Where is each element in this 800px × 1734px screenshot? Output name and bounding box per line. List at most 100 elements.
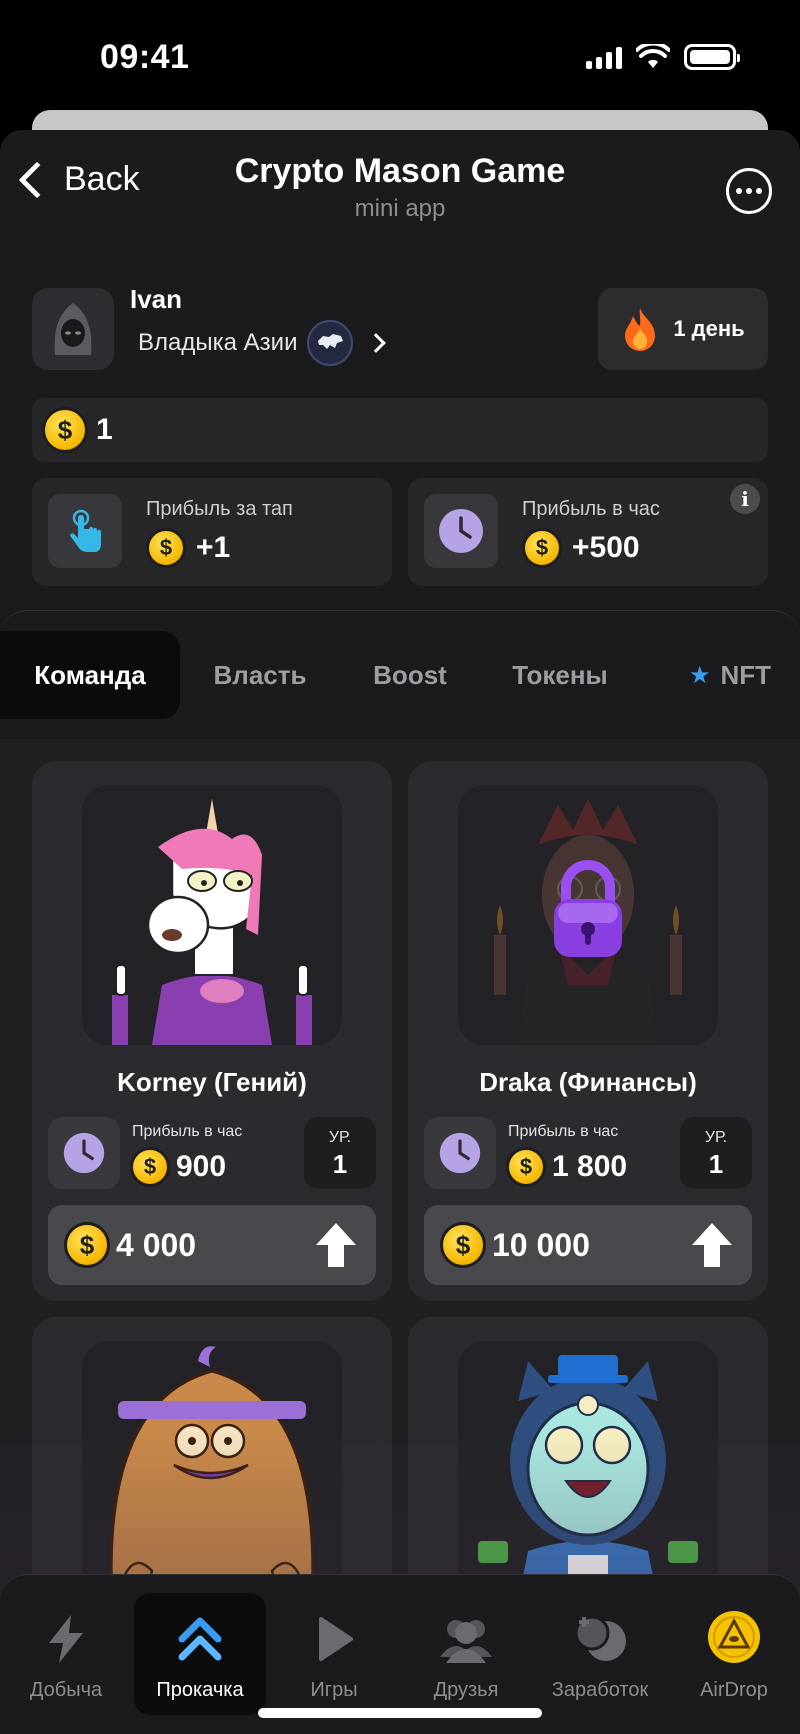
coin-icon: $ [146, 528, 186, 568]
nav-item-mining[interactable]: Добыча [0, 1593, 132, 1715]
signal-icon [586, 45, 622, 69]
tab-nft[interactable]: ★ NFT [670, 631, 790, 719]
chevrons-up-icon [134, 1603, 266, 1665]
tab-team[interactable]: Команда [0, 631, 180, 719]
status-time: 09:41 [100, 38, 190, 76]
hour-profit-value: +500 [572, 531, 640, 564]
character-image [82, 785, 342, 1045]
locked-character-image [494, 799, 682, 1045]
hour-profit-label: Прибыль в час [522, 498, 660, 520]
wifi-icon [636, 44, 670, 68]
chevron-right-icon [366, 333, 387, 353]
card-profit-value: 900 [176, 1150, 227, 1183]
level-badge: УР. 1 [304, 1117, 376, 1189]
team-card[interactable]: Draka (Финансы) Прибыль в час $ 1 800 УР… [408, 761, 768, 1301]
upgrade-button[interactable]: $ 10 000 [424, 1205, 752, 1285]
app-header: Back Crypto Mason Game mini app [0, 130, 800, 240]
rank-link[interactable]: Владыка Азии [138, 320, 387, 366]
username: Ivan [130, 284, 183, 314]
level-badge: УР. 1 [680, 1117, 752, 1189]
hour-profit-card: Прибыль в час $ +500 i [408, 478, 768, 586]
nav-item-label: Добыча [29, 1679, 103, 1701]
status-icons [586, 44, 740, 70]
character-image [82, 1341, 342, 1601]
nav-item-label: Друзья [433, 1679, 499, 1701]
info-icon[interactable]: i [730, 484, 760, 514]
card-profit-row: $ 1 800 [506, 1147, 627, 1187]
nav-item-label: Прокачка [156, 1679, 244, 1701]
more-button[interactable] [726, 168, 772, 214]
tab-tokens[interactable]: Токены [490, 631, 630, 719]
card-profit-label: Прибыль в час [508, 1123, 619, 1140]
asia-map-icon [307, 320, 354, 366]
nav-item-label: Заработок [551, 1679, 649, 1701]
tab-bar: Команда Власть Boost Токены ★ NFT [0, 611, 800, 739]
clock-icon [48, 1117, 120, 1189]
tap-hand-icon [48, 494, 122, 568]
coin-icon: $ [130, 1147, 170, 1187]
home-indicator [258, 1708, 542, 1718]
potato-character-image [109, 1346, 315, 1601]
nav-item-games[interactable]: Игры [268, 1593, 400, 1715]
coin-icon: $ [64, 1222, 110, 1268]
arrow-up-icon [692, 1223, 732, 1267]
ellipsis-icon [736, 188, 742, 194]
star-icon: ★ [688, 661, 711, 689]
clock-icon [424, 1117, 496, 1189]
coin-icon: $ [506, 1147, 546, 1187]
nav-item-upgrade[interactable]: Прокачка [134, 1593, 266, 1715]
tap-profit-value: +1 [196, 531, 231, 564]
clock-icon [424, 494, 498, 568]
card-profit-value: 1 800 [552, 1150, 628, 1183]
nav-item-label: Игры [310, 1679, 358, 1701]
upgrade-price: 4 000 [116, 1226, 197, 1263]
tap-profit-value-row: $ +1 [146, 528, 230, 568]
card-name: Draka (Финансы) [479, 1067, 697, 1097]
coin-icon: $ [440, 1222, 486, 1268]
nav-item-airdrop[interactable]: AirDrop [668, 1593, 800, 1715]
battery-icon [684, 44, 740, 70]
level-value: 1 [332, 1149, 348, 1179]
mini-app-window: Back Crypto Mason Game mini app Ivan Вла… [0, 130, 800, 1734]
level-label: УР. [704, 1129, 728, 1146]
coin-icon: $ [42, 407, 88, 453]
tap-profit-label: Прибыль за тап [146, 498, 293, 520]
app-subtitle: mini app [354, 195, 446, 222]
character-image [458, 1341, 718, 1601]
arrow-up-icon [316, 1223, 356, 1267]
nav-item-label: AirDrop [700, 1679, 768, 1701]
level-label: УР. [328, 1129, 352, 1146]
tab-power[interactable]: Власть [190, 631, 330, 719]
team-card[interactable]: Korney (Гений) Прибыль в час $ 900 УР. 1… [32, 761, 392, 1301]
streak-label: 1 день [673, 316, 745, 341]
upgrade-price: 10 000 [492, 1226, 590, 1263]
tap-profit-card: Прибыль за тап $ +1 [32, 478, 392, 586]
friends-icon [400, 1603, 532, 1665]
app-title: Crypto Mason Game [234, 152, 566, 190]
rank-label: Владыка Азии [138, 329, 298, 356]
unicorn-character-image [112, 792, 312, 1045]
status-bar: 09:41 [0, 0, 800, 110]
upgrade-button[interactable]: $ 4 000 [48, 1205, 376, 1285]
hour-profit-value-row: $ +500 [522, 528, 640, 568]
hooded-figure-icon [54, 303, 92, 355]
streak-badge[interactable]: 1 день [598, 288, 768, 370]
lightning-icon [0, 1603, 132, 1665]
balance-value: 1 [96, 413, 113, 446]
tab-nft-label: NFT [720, 659, 772, 690]
coins-icon [534, 1603, 666, 1665]
avatar[interactable] [32, 288, 114, 370]
play-icon [268, 1603, 400, 1665]
tab-boost[interactable]: Boost [340, 631, 480, 719]
card-profit-label: Прибыль в час [132, 1123, 243, 1140]
fire-icon [625, 308, 656, 351]
card-name: Korney (Гений) [117, 1067, 307, 1097]
level-value: 1 [708, 1149, 724, 1179]
card-profit-row: $ 900 [130, 1147, 226, 1187]
coin-icon: $ [522, 528, 562, 568]
airdrop-coin-icon [668, 1603, 800, 1665]
nav-item-friends[interactable]: Друзья [400, 1593, 532, 1715]
nav-item-earnings[interactable]: Заработок [534, 1593, 666, 1715]
upgrade-panel: Команда Власть Boost Токены ★ NFT Korney… [0, 610, 800, 1734]
cat-character-image [478, 1355, 698, 1601]
